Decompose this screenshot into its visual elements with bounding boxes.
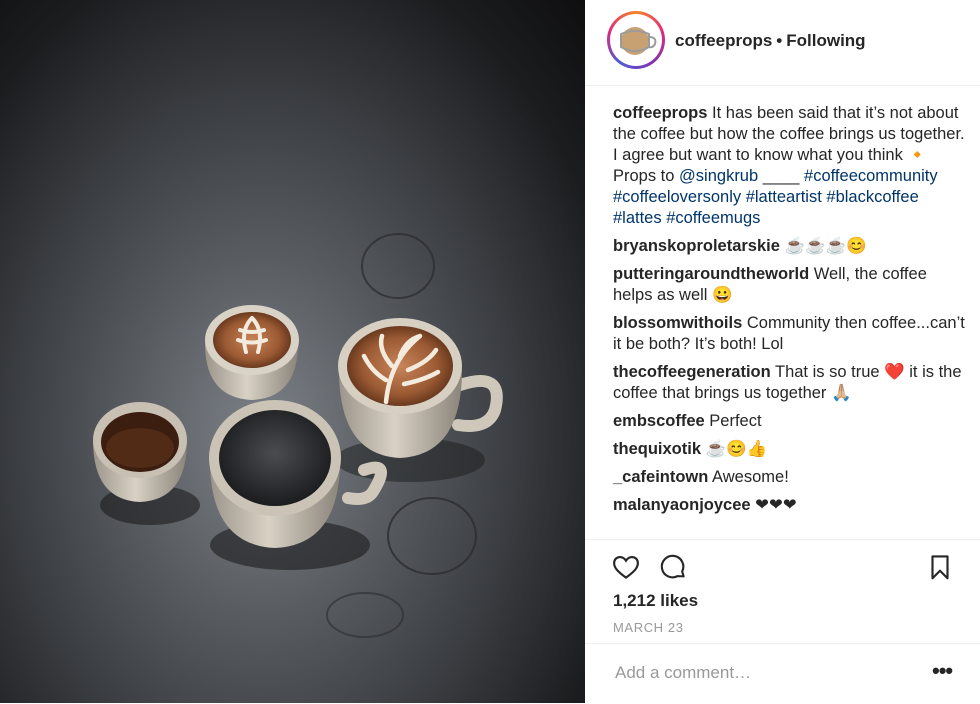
likes-count[interactable]: 1,212 likes: [613, 591, 698, 611]
avatar[interactable]: [607, 11, 665, 69]
comment-text: ❤❤❤: [755, 496, 797, 514]
post-side-panel: coffeeprops • Following coffeeprops It has…: [585, 0, 980, 703]
comment-username-link[interactable]: thecoffeegeneration: [613, 363, 771, 381]
bookmark-icon[interactable]: [925, 552, 955, 582]
author-username-link[interactable]: coffeeprops: [675, 31, 772, 50]
comment-list[interactable]: coffeeprops It has been said that it’s n…: [613, 103, 965, 523]
comment-text: Awesome!: [712, 468, 789, 486]
list-item: thequixotik ☕😊👍: [613, 439, 965, 460]
caption-underscores: ____: [758, 167, 805, 185]
caption-username-link[interactable]: coffeeprops: [613, 104, 707, 122]
separator-dot: •: [776, 31, 783, 50]
comment-text: ☕☕☕😊: [784, 237, 867, 255]
post-photo[interactable]: [0, 0, 585, 703]
comment-input[interactable]: [613, 662, 917, 684]
post-date[interactable]: MARCH 23: [613, 620, 684, 635]
avatar-border: [610, 14, 662, 66]
comment-username-link[interactable]: thequixotik: [613, 440, 701, 458]
more-options-icon[interactable]: •••: [932, 660, 953, 682]
post-header: coffeeprops • Following: [585, 0, 980, 86]
list-item: embscoffee Perfect: [613, 411, 965, 432]
list-item: malanyaonjoycee ❤❤❤: [613, 495, 965, 516]
list-item: bryanskoproletarskie ☕☕☕😊: [613, 236, 965, 257]
comment-username-link[interactable]: malanyaonjoycee: [613, 496, 751, 514]
header-username-row: coffeeprops • Following: [675, 31, 866, 51]
comment-username-link[interactable]: bryanskoproletarskie: [613, 237, 780, 255]
add-comment-bar: •••: [585, 643, 980, 704]
comment-username-link[interactable]: putteringaroundtheworld: [613, 265, 809, 283]
comment-bubble-icon[interactable]: [658, 552, 688, 582]
list-item: _cafeintown Awesome!: [613, 467, 965, 488]
heart-outline-icon[interactable]: [611, 552, 641, 582]
mention-link[interactable]: @singkrub: [679, 167, 758, 185]
action-bar: [585, 539, 980, 580]
list-item: thecoffeegeneration That is so true ❤️ i…: [613, 362, 965, 404]
comment-text: ☕😊👍: [705, 440, 768, 458]
coffee-cups-illustration: [93, 233, 503, 638]
instagram-post-view: coffeeprops • Following coffeeprops It has…: [0, 0, 980, 703]
comment-text: Perfect: [709, 412, 762, 430]
coffee-cup-logo-icon: [613, 17, 659, 63]
list-item: putteringaroundtheworld Well, the coffee…: [613, 264, 965, 306]
comment-username-link[interactable]: blossomwithoils: [613, 314, 742, 332]
comment-username-link[interactable]: _cafeintown: [613, 468, 708, 486]
list-item: blossomwithoils Community then coffee...…: [613, 313, 965, 355]
comment-username-link[interactable]: embscoffee: [613, 412, 705, 430]
caption: coffeeprops It has been said that it’s n…: [613, 103, 965, 229]
following-button[interactable]: Following: [786, 31, 865, 50]
